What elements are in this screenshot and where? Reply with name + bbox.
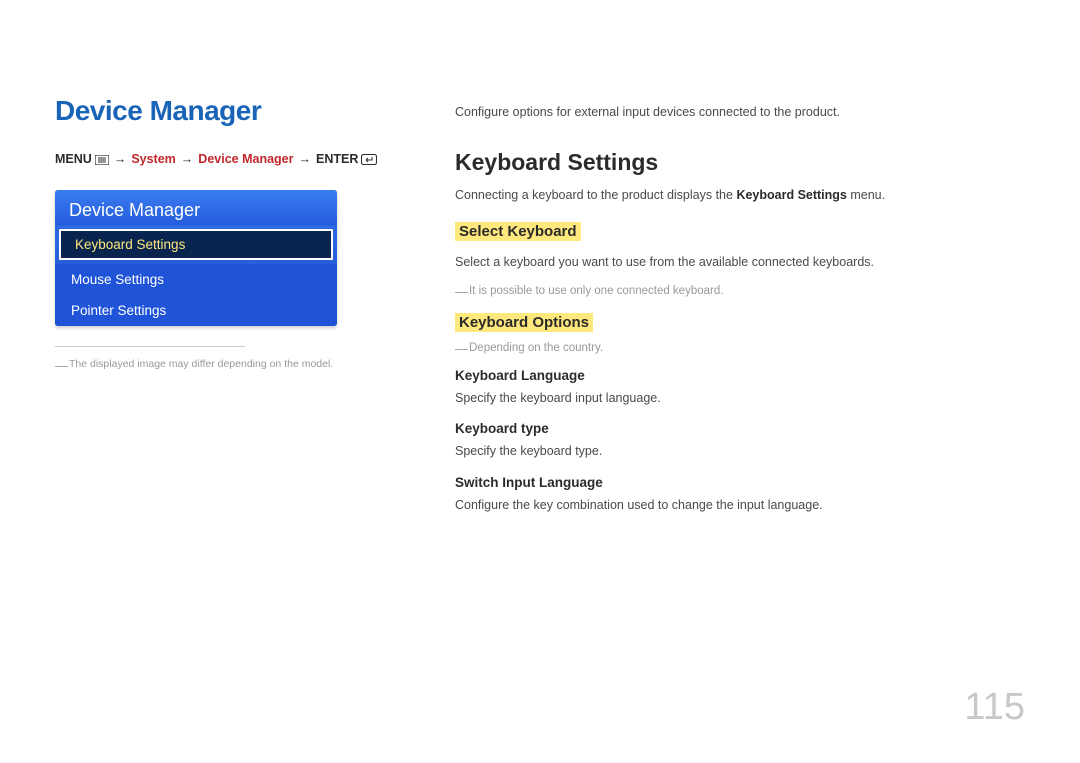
panel-title: Device Manager <box>55 190 337 225</box>
divider <box>55 346 245 347</box>
keyboard-options-heading: Keyboard Options <box>455 313 593 332</box>
panel-item-label: Keyboard Settings <box>75 237 185 252</box>
menu-icon <box>95 152 109 166</box>
breadcrumb: MENU → System → Device Manager → ENTER <box>55 152 400 166</box>
arrow-icon: → <box>298 152 311 166</box>
keyboard-type-desc: Specify the keyboard type. <box>455 442 1025 460</box>
arrow-icon: → <box>181 152 194 166</box>
right-column: Configure options for external input dev… <box>400 95 1025 763</box>
switch-input-language-desc: Configure the key combination used to ch… <box>455 496 1025 514</box>
keyboard-language-heading: Keyboard Language <box>455 368 1025 383</box>
model-footnote: The displayed image may differ depending… <box>55 357 400 372</box>
panel-item-label: Pointer Settings <box>71 303 166 318</box>
panel-item-pointer-settings[interactable]: Pointer Settings <box>55 295 337 326</box>
breadcrumb-enter: ENTER <box>316 152 358 166</box>
enter-icon <box>361 152 377 166</box>
arrow-icon: → <box>114 152 127 166</box>
keyboard-settings-heading: Keyboard Settings <box>455 149 1025 176</box>
intro-text: Configure options for external input dev… <box>455 105 1025 119</box>
panel-item-keyboard-settings[interactable]: Keyboard Settings <box>59 229 333 260</box>
breadcrumb-device-manager: Device Manager <box>198 152 293 166</box>
select-keyboard-heading: Select Keyboard <box>455 222 581 241</box>
select-keyboard-desc: Select a keyboard you want to use from t… <box>455 253 1025 271</box>
select-keyboard-note: It is possible to use only one connected… <box>455 285 1025 297</box>
keyboard-settings-desc: Connecting a keyboard to the product dis… <box>455 186 1025 204</box>
breadcrumb-system: System <box>131 152 175 166</box>
keyboard-options-note: Depending on the country. <box>455 342 1025 354</box>
panel-item-mouse-settings[interactable]: Mouse Settings <box>55 264 337 295</box>
page: Device Manager MENU → System → Device Ma… <box>0 0 1080 763</box>
keyboard-type-heading: Keyboard type <box>455 421 1025 436</box>
keyboard-language-desc: Specify the keyboard input language. <box>455 389 1025 407</box>
page-title: Device Manager <box>55 95 400 127</box>
device-manager-panel: Device Manager Keyboard Settings Mouse S… <box>55 190 337 326</box>
panel-item-label: Mouse Settings <box>71 272 164 287</box>
left-column: Device Manager MENU → System → Device Ma… <box>55 95 400 763</box>
breadcrumb-menu: MENU <box>55 152 92 166</box>
page-number: 115 <box>964 686 1025 729</box>
switch-input-language-heading: Switch Input Language <box>455 475 1025 490</box>
